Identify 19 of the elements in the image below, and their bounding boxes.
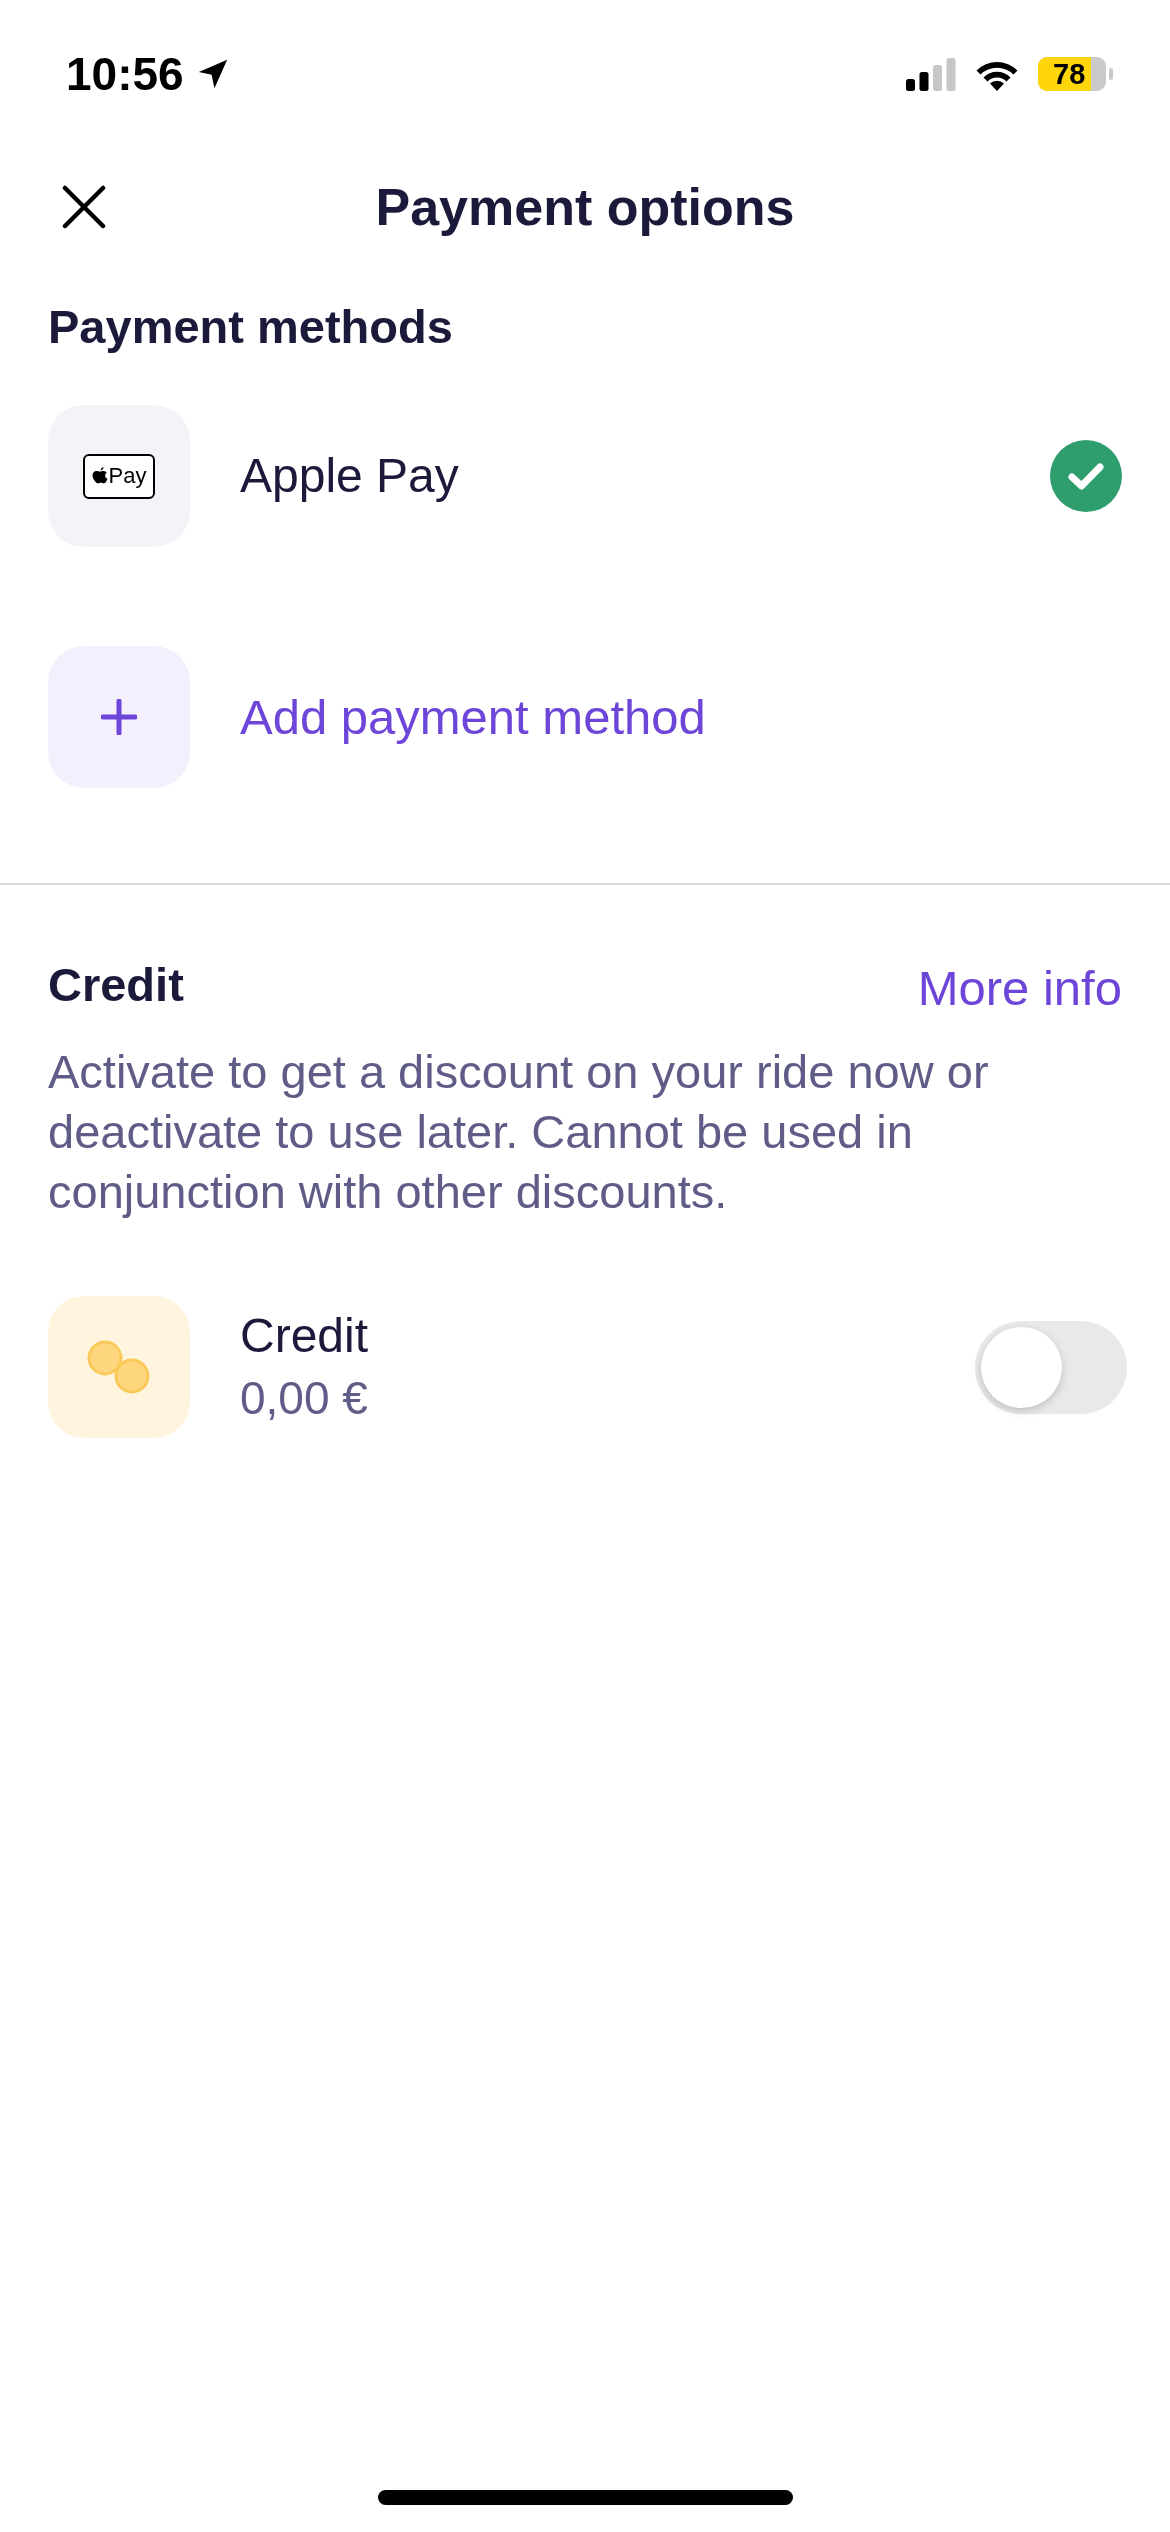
signal-icon [906, 57, 956, 91]
add-payment-method-link[interactable]: Add payment method [240, 687, 706, 747]
plus-icon [101, 699, 137, 735]
badge-label: Pay [108, 465, 147, 487]
payment-method-label[interactable]: Apple Pay [240, 446, 459, 506]
page-title: Payment options [375, 177, 795, 237]
credit-amount: 0,00 € [240, 1371, 369, 1426]
apple-icon [91, 466, 108, 486]
coins-icon [87, 1340, 151, 1394]
close-icon [62, 185, 106, 229]
battery-percentage: 78 [1053, 60, 1086, 88]
section-heading: Payment methods [47, 299, 454, 355]
status-time: 10:56 [66, 51, 184, 97]
add-button[interactable] [48, 646, 190, 788]
credit-description: Activate to get a discount on your ride now or deactivate to use later. Cannot be used in conjunction with other discounts. [47, 1044, 990, 1220]
more-info-link[interactable]: More info [917, 958, 1122, 1018]
battery-icon [1038, 57, 1114, 91]
section-heading: Credit [48, 957, 184, 1013]
credit-label: Credit [240, 1308, 369, 1364]
